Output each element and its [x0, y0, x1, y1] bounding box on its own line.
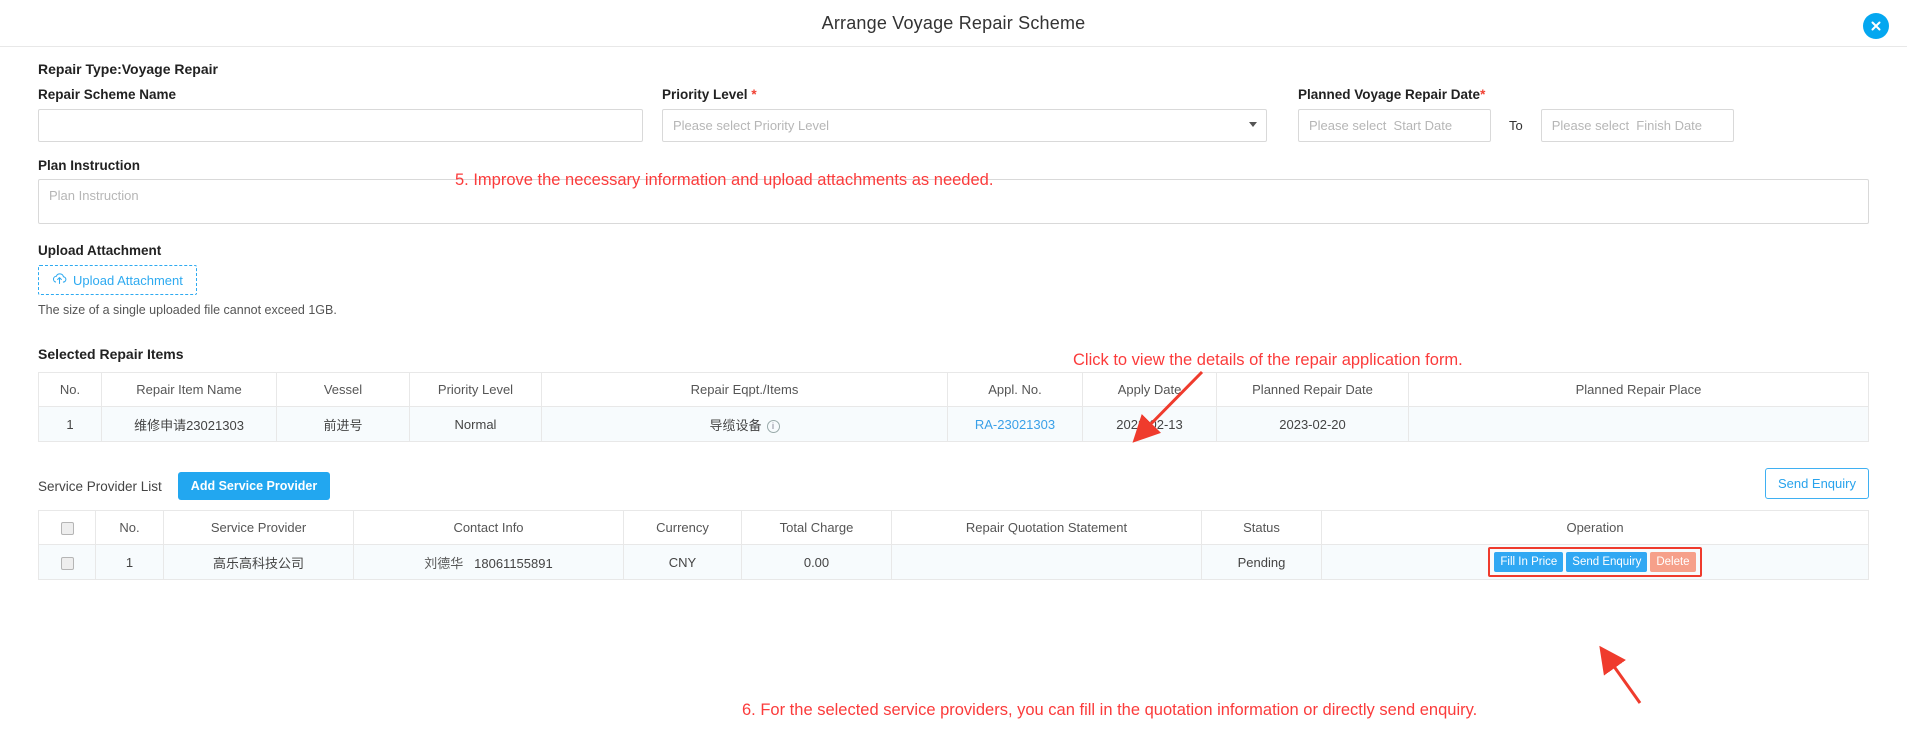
contact-phone: 18061155891 — [474, 555, 553, 571]
date-range-separator: To — [1509, 118, 1523, 133]
planned-voyage-repair-date-field: Planned Voyage Repair Date* To — [1298, 87, 1734, 142]
upload-attachment-button[interactable]: Upload Attachment — [38, 265, 197, 295]
cell-vessel: 前进号 — [276, 406, 410, 442]
upload-attachment-label: Upload Attachment — [38, 243, 162, 258]
add-service-provider-button[interactable]: Add Service Provider — [177, 472, 331, 500]
cloud-upload-icon — [52, 272, 67, 288]
cell-total-charge: 0.00 — [741, 544, 892, 580]
dialog-body: Repair Type:Voyage Repair Repair Scheme … — [0, 61, 1907, 580]
finish-date-input[interactable] — [1540, 109, 1734, 142]
form-row-primary: Repair Scheme Name Priority Level * Plan… — [38, 87, 1869, 142]
cell-service-provider: 高乐高科技公司 — [163, 544, 354, 580]
upload-size-hint: The size of a single uploaded file canno… — [38, 303, 337, 317]
service-providers-table: No. Service Provider Contact Info Curren… — [38, 510, 1869, 580]
close-button[interactable] — [1863, 13, 1889, 39]
col-total-charge: Total Charge — [741, 510, 892, 545]
repair-items-header-row: No. Repair Item Name Vessel Priority Lev… — [38, 372, 1869, 407]
operation-buttons-group: Fill In Price Send Enquiry Delete — [1488, 547, 1702, 577]
cell-priority-level: Normal — [409, 406, 542, 442]
col-service-provider: Service Provider — [163, 510, 354, 545]
arrow-to-operations — [1599, 645, 1642, 704]
repair-type-label: Repair Type:Voyage Repair — [38, 61, 218, 77]
service-provider-toolbar: Service Provider List Add Service Provid… — [38, 468, 1869, 500]
planned-date-required-mark: * — [1480, 87, 1486, 102]
cell-status: Pending — [1201, 544, 1322, 580]
info-circle-icon[interactable]: i — [766, 419, 780, 433]
cell-appl-no: RA-23021303 — [947, 406, 1083, 442]
priority-level-label: Priority Level * — [662, 87, 1267, 103]
contact-name: 刘德华 — [424, 555, 464, 571]
cell-repair-eqpt-items: 导缆设备 i — [541, 406, 948, 442]
service-provider-list-label: Service Provider List — [38, 478, 162, 494]
col-repair-eqpt-items: Repair Eqpt./Items — [541, 372, 948, 407]
planned-date-label-text: Planned Voyage Repair Date — [1298, 87, 1481, 102]
annotation-click-appl-no: Click to view the details of the repair … — [1073, 351, 1463, 369]
annotation-step-5: 5. Improve the necessary information and… — [455, 171, 994, 189]
cell-sp-no: 1 — [95, 544, 164, 580]
col-priority-level: Priority Level — [409, 372, 542, 407]
cell-no: 1 — [38, 406, 102, 442]
table-row: 1 高乐高科技公司 刘德华 18061155891 CNY 0.00 Pendi… — [38, 544, 1869, 580]
fill-in-price-button[interactable]: Fill In Price — [1494, 552, 1564, 572]
repair-items-table: No. Repair Item Name Vessel Priority Lev… — [38, 372, 1869, 442]
date-range-group: To — [1298, 109, 1734, 142]
cell-contact-info: 刘德华 18061155891 — [353, 544, 624, 580]
row-send-enquiry-button[interactable]: Send Enquiry — [1566, 552, 1648, 572]
close-icon — [1869, 19, 1883, 33]
cell-planned-repair-date: 2023-02-20 — [1216, 406, 1409, 442]
appl-no-link[interactable]: RA-23021303 — [975, 417, 1055, 432]
selected-repair-items-title: Selected Repair Items — [38, 346, 184, 362]
col-repair-quotation-statement: Repair Quotation Statement — [891, 510, 1202, 545]
delete-button[interactable]: Delete — [1650, 552, 1696, 572]
repair-scheme-name-input[interactable] — [38, 109, 643, 142]
priority-level-select[interactable] — [662, 109, 1267, 142]
priority-level-select-wrap — [662, 109, 1267, 142]
col-no: No. — [38, 372, 102, 407]
repair-scheme-name-field: Repair Scheme Name — [38, 87, 643, 142]
start-date-input[interactable] — [1298, 109, 1491, 142]
col-planned-repair-date: Planned Repair Date — [1216, 372, 1409, 407]
send-enquiry-button[interactable]: Send Enquiry — [1764, 468, 1869, 499]
upload-attachment-button-label: Upload Attachment — [73, 272, 183, 288]
col-contact-info: Contact Info — [353, 510, 624, 545]
row-checkbox[interactable] — [60, 556, 74, 570]
col-select-all — [38, 510, 96, 545]
priority-level-field: Priority Level * — [662, 87, 1267, 142]
col-repair-item-name: Repair Item Name — [101, 372, 277, 407]
repair-scheme-name-label: Repair Scheme Name — [38, 87, 177, 102]
cell-planned-repair-place — [1408, 406, 1869, 442]
col-currency: Currency — [623, 510, 742, 545]
cell-repair-item-name: 维修申请23021303 — [101, 406, 277, 442]
page-title: Arrange Voyage Repair Scheme — [821, 12, 1086, 33]
table-row: 1 维修申请23021303 前进号 Normal 导缆设备 i RA-23021… — [38, 406, 1869, 442]
col-vessel: Vessel — [276, 372, 410, 407]
annotation-step-6: 6. For the selected service providers, y… — [742, 701, 1478, 719]
cell-quotation-statement — [891, 544, 1202, 580]
cell-apply-date: 2023-02-13 — [1082, 406, 1217, 442]
status-badge: Pending — [1237, 554, 1286, 570]
cell-eqpt-text: 导缆设备 — [709, 417, 762, 433]
cell-row-select — [38, 544, 96, 580]
service-providers-header-row: No. Service Provider Contact Info Curren… — [38, 510, 1869, 545]
col-appl-no: Appl. No. — [947, 372, 1083, 407]
col-sp-no: No. — [95, 510, 164, 545]
col-planned-repair-place: Planned Repair Place — [1408, 372, 1869, 407]
cell-currency: CNY — [623, 544, 742, 580]
priority-level-label-text: Priority Level — [662, 87, 748, 102]
col-operation: Operation — [1321, 510, 1869, 545]
arrange-voyage-repair-scheme-dialog: Arrange Voyage Repair Scheme Repair Type… — [0, 0, 1907, 733]
planned-date-label: Planned Voyage Repair Date* — [1298, 87, 1734, 103]
priority-required-mark: * — [751, 87, 757, 102]
col-apply-date: Apply Date — [1082, 372, 1217, 407]
cell-operation: Fill In Price Send Enquiry Delete — [1321, 544, 1869, 580]
select-all-checkbox[interactable] — [60, 522, 74, 536]
dialog-titlebar: Arrange Voyage Repair Scheme — [0, 0, 1907, 47]
col-status: Status — [1201, 510, 1322, 545]
